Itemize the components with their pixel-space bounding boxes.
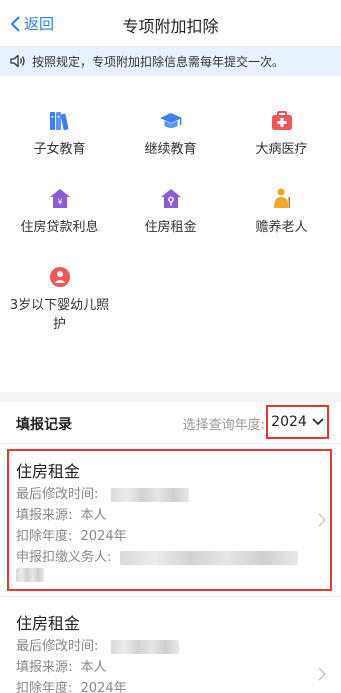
notice-text: 按照规定，专项附加扣除信息需每年提交一次。 (32, 54, 285, 69)
nav-bar: 返回 专项附加扣除 (0, 0, 341, 46)
category-label: 子女教育 (33, 142, 86, 157)
category-elderly-support[interactable]: 赡养老人 (225, 187, 338, 237)
records-header: 填报记录 选择查询年度: 2024 (0, 402, 341, 444)
category-grid: 子女教育 继续教育 大病医疗 ¥ 住房贷款利息 住房租金 赡养老人 3岁以下婴幼… (0, 76, 341, 392)
category-housing-rent[interactable]: 住房租金 (114, 187, 227, 237)
category-label: 3岁以下婴幼儿照护 (9, 298, 110, 332)
page-title: 专项附加扣除 (122, 17, 219, 36)
category-continuing-education[interactable]: 继续教育 (114, 109, 227, 159)
svg-text:¥: ¥ (57, 198, 62, 207)
record-year-row: 扣除年度: 2024年 (16, 681, 127, 693)
notice-banner: 按照规定，专项附加扣除信息需每年提交一次。 (0, 46, 341, 76)
elderly-icon (273, 188, 290, 208)
infant-icon (49, 267, 70, 287)
category-children-education[interactable]: 子女教育 (3, 109, 116, 159)
chevron-right-icon (318, 667, 326, 681)
record-card[interactable]: 住房租金 最后修改时间: 填报来源: 本人 扣除年度: 2024年 (0, 597, 341, 693)
house-key-icon (160, 189, 181, 208)
year-select-label: 选择查询年度: (182, 418, 265, 433)
category-serious-illness[interactable]: 大病医疗 (225, 109, 338, 159)
medical-kit-icon (271, 111, 292, 130)
category-infant-care[interactable]: 3岁以下婴幼儿照护 (3, 265, 116, 334)
graduation-cap-icon (159, 113, 182, 128)
category-housing-loan-interest[interactable]: ¥ 住房贷款利息 (3, 187, 116, 237)
speaker-icon (10, 54, 25, 68)
category-label: 赡养老人 (255, 220, 308, 235)
record-source-row: 填报来源: 本人 (16, 660, 107, 675)
house-loan-icon: ¥ (49, 189, 70, 208)
category-label: 大病医疗 (255, 142, 308, 157)
records-heading: 填报记录 (16, 417, 72, 433)
books-icon (49, 112, 68, 131)
highlight-box (7, 449, 332, 591)
redacted-value (110, 639, 179, 654)
section-divider (0, 392, 341, 402)
chevron-down-icon (312, 418, 324, 426)
category-label: 继续教育 (144, 142, 197, 157)
record-title: 住房租金 (16, 614, 81, 633)
year-selector[interactable]: 2024 (266, 405, 329, 439)
record-modified-row: 最后修改时间: (16, 635, 179, 654)
year-value: 2024 (271, 414, 307, 430)
category-label: 住房贷款利息 (20, 220, 99, 235)
category-label: 住房租金 (144, 220, 197, 235)
